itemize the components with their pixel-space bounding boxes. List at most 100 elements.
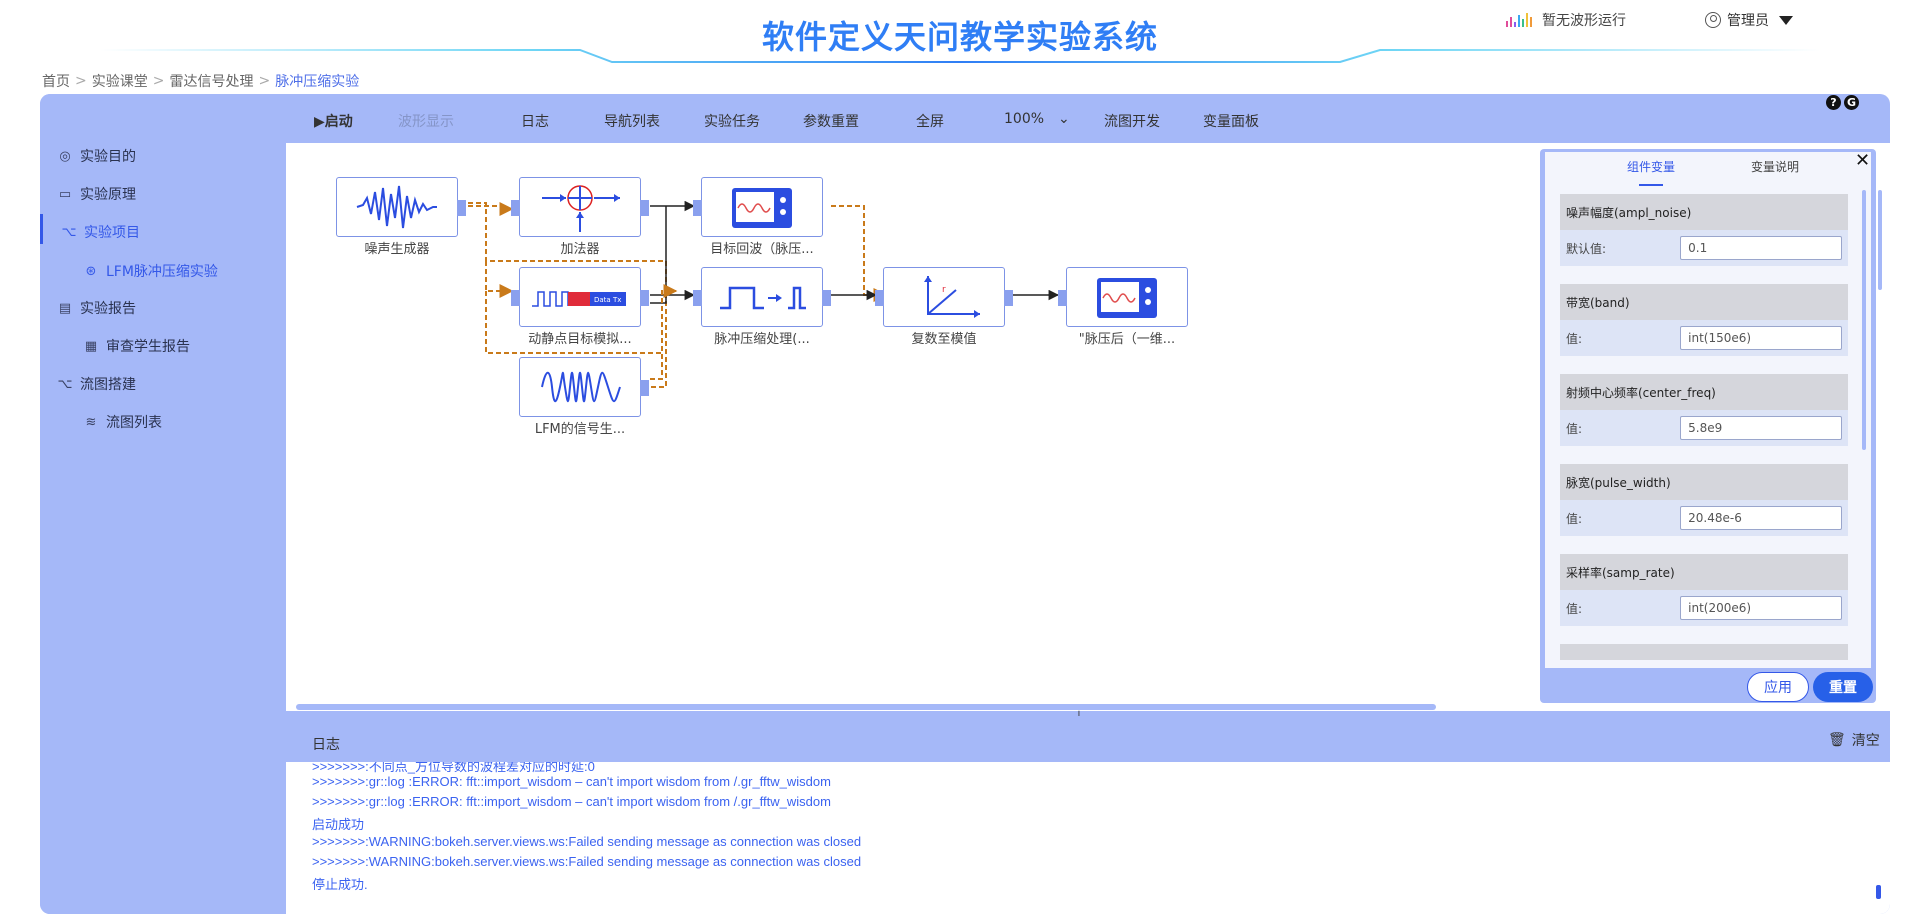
block-complex-to-mag[interactable]: r bbox=[875, 267, 1013, 327]
pulse-data-icon: Data Tx bbox=[532, 291, 626, 307]
block-label: 动静点目标模拟... bbox=[528, 332, 632, 347]
output-port[interactable] bbox=[1004, 290, 1013, 306]
block-noise-generator[interactable] bbox=[336, 177, 466, 237]
panel-scrollbar[interactable] bbox=[1862, 190, 1866, 450]
tree-icon: ⌥ bbox=[57, 376, 73, 392]
canvas-horizontal-scrollbar[interactable] bbox=[296, 704, 1436, 710]
var-value-input[interactable]: int(150e6) bbox=[1680, 326, 1842, 350]
zoom-select[interactable]: 100% ⌄ bbox=[1004, 111, 1070, 127]
github-icon[interactable]: G bbox=[1844, 95, 1859, 110]
caret-down-icon[interactable] bbox=[1779, 15, 1793, 25]
sidebar-item-purpose[interactable]: ◎ 实验目的 bbox=[56, 144, 136, 168]
sidebar-item-flowlist[interactable]: ≋ 流图列表 bbox=[82, 410, 162, 434]
breadcrumb-radar[interactable]: 雷达信号处理 bbox=[169, 71, 253, 91]
input-port[interactable] bbox=[1058, 290, 1067, 306]
var-name: 射频中心频率(center_freq) bbox=[1560, 374, 1848, 410]
help-icon[interactable]: ? bbox=[1826, 95, 1841, 110]
user-name: 管理员 bbox=[1727, 13, 1769, 29]
reset-params-button[interactable]: 参数重置 bbox=[803, 111, 859, 131]
layers-icon: ≋ bbox=[85, 414, 97, 430]
nav-list-button[interactable]: 导航列表 bbox=[604, 111, 660, 131]
block-label: "脉压后（一维... bbox=[1078, 332, 1176, 347]
reset-button[interactable]: 重置 bbox=[1813, 672, 1873, 702]
zoom-value: 100% bbox=[1004, 111, 1045, 127]
var-value-input[interactable]: 0.1 bbox=[1680, 236, 1842, 260]
log-scrollbar[interactable] bbox=[1876, 885, 1881, 899]
sidebar-item-label: 流图列表 bbox=[106, 415, 162, 431]
input-port[interactable] bbox=[511, 200, 520, 216]
circle-badge-icon: ⊛ bbox=[85, 263, 97, 279]
output-port[interactable] bbox=[640, 200, 649, 216]
block-after-compress-scope[interactable] bbox=[1058, 267, 1188, 327]
log-title: 日志 bbox=[312, 737, 340, 753]
block-label: 加法器 bbox=[560, 242, 600, 257]
var-name: 噪声幅度(ampl_noise) bbox=[1560, 194, 1848, 230]
output-port[interactable] bbox=[640, 380, 649, 396]
sidebar-item-project[interactable]: ⌥ 实验项目 bbox=[60, 220, 141, 244]
target-icon: ◎ bbox=[59, 148, 71, 164]
breadcrumb-current: 脉冲压缩实验 bbox=[275, 74, 360, 90]
block-pulse-compression[interactable] bbox=[693, 267, 831, 327]
breadcrumb-home[interactable]: 首页 bbox=[42, 71, 70, 91]
var-ampl-noise: 噪声幅度(ampl_noise) 默认值: 0.1 bbox=[1560, 194, 1848, 272]
log-button[interactable]: 日志 bbox=[521, 111, 549, 131]
var-label: 默认值: bbox=[1566, 241, 1607, 256]
sidebar-item-lfm[interactable]: ⊛ LFM脉冲压缩实验 bbox=[82, 259, 218, 283]
tab-var-desc[interactable]: 变量说明 bbox=[1751, 152, 1799, 186]
sidebar-item-label: 实验目的 bbox=[80, 149, 136, 165]
user-menu[interactable]: 管理员 bbox=[1705, 10, 1793, 30]
adder-icon bbox=[542, 185, 620, 232]
fullscreen-button[interactable]: 全屏 bbox=[916, 111, 944, 131]
pulse-compress-icon bbox=[720, 286, 806, 310]
oscilloscope-icon bbox=[1097, 278, 1157, 318]
block-lfm-generator[interactable] bbox=[519, 357, 649, 417]
breadcrumb-class[interactable]: 实验课堂 bbox=[92, 71, 148, 91]
sidebar-item-label: LFM脉冲压缩实验 bbox=[106, 264, 218, 280]
log-line: >>>>>>>:gr::log :ERROR: fft::import_wisd… bbox=[312, 774, 831, 789]
chirp-waveform-icon bbox=[541, 371, 621, 403]
sidebar-item-report[interactable]: ▤ 实验报告 bbox=[56, 296, 136, 320]
wave-status[interactable]: 暂无波形运行 bbox=[1506, 10, 1626, 30]
sidebar: ◎ 实验目的 ▭ 实验原理 ⌥ 实验项目 ⊛ LFM脉冲压缩实验 ▤ 实验报告 ▦ 审查学生… bbox=[40, 94, 286, 914]
block-label: 噪声生成器 bbox=[364, 242, 430, 257]
block-adder[interactable] bbox=[511, 177, 649, 237]
sidebar-item-flowbuild[interactable]: ⌥ 流图搭建 bbox=[56, 372, 137, 396]
nav-active-indicator bbox=[40, 214, 43, 244]
var-value-input[interactable]: 20.48e-6 bbox=[1680, 506, 1842, 530]
output-port[interactable] bbox=[822, 290, 831, 306]
trash-icon: 🗑 bbox=[1828, 732, 1846, 748]
sidebar-item-principle[interactable]: ▭ 实验原理 bbox=[56, 182, 136, 206]
wave-display-button[interactable]: 波形显示 bbox=[398, 111, 454, 131]
task-button[interactable]: 实验任务 bbox=[704, 111, 760, 131]
waveform-icon bbox=[1506, 13, 1534, 27]
var-value-input[interactable]: int(200e6) bbox=[1680, 596, 1842, 620]
start-button[interactable]: ▶启动 bbox=[314, 111, 353, 131]
chevron-down-icon: ⌄ bbox=[1058, 111, 1070, 127]
output-port[interactable] bbox=[640, 290, 649, 306]
flow-dev-button[interactable]: 流图开发 bbox=[1104, 111, 1160, 131]
clear-log-button[interactable]: 🗑 清空 bbox=[1828, 730, 1880, 750]
close-icon[interactable]: ✕ bbox=[1855, 150, 1870, 171]
log-header bbox=[286, 716, 1890, 762]
tree-icon: ⌥ bbox=[61, 224, 77, 240]
input-port[interactable] bbox=[511, 290, 520, 306]
input-port[interactable] bbox=[693, 290, 702, 306]
sidebar-item-review[interactable]: ▦ 审查学生报告 bbox=[82, 334, 190, 358]
block-target-simulator[interactable]: Data Tx bbox=[511, 267, 649, 327]
panel-outer-scrollbar[interactable] bbox=[1878, 190, 1882, 290]
var-label: 值: bbox=[1566, 421, 1583, 436]
var-label: 值: bbox=[1566, 601, 1583, 616]
output-port[interactable] bbox=[457, 200, 466, 216]
tab-component-vars[interactable]: 组件变量 bbox=[1627, 152, 1675, 186]
block-target-echo[interactable] bbox=[693, 177, 823, 237]
var-value-input[interactable]: 5.8e9 bbox=[1680, 416, 1842, 440]
apply-button[interactable]: 应用 bbox=[1747, 672, 1809, 702]
input-port[interactable] bbox=[693, 200, 702, 216]
block-label: 目标回波（脉压... bbox=[710, 242, 814, 257]
log-line: >>>>>>>:WARNING:bokeh.server.views.ws:Fa… bbox=[312, 834, 862, 849]
var-panel-button[interactable]: 变量面板 bbox=[1203, 111, 1259, 131]
var-name: 脉宽(pulse_width) bbox=[1560, 464, 1848, 500]
sidebar-item-label: 实验项目 bbox=[84, 225, 140, 241]
chevron-right-icon: > bbox=[152, 73, 165, 89]
input-port[interactable] bbox=[875, 290, 884, 306]
